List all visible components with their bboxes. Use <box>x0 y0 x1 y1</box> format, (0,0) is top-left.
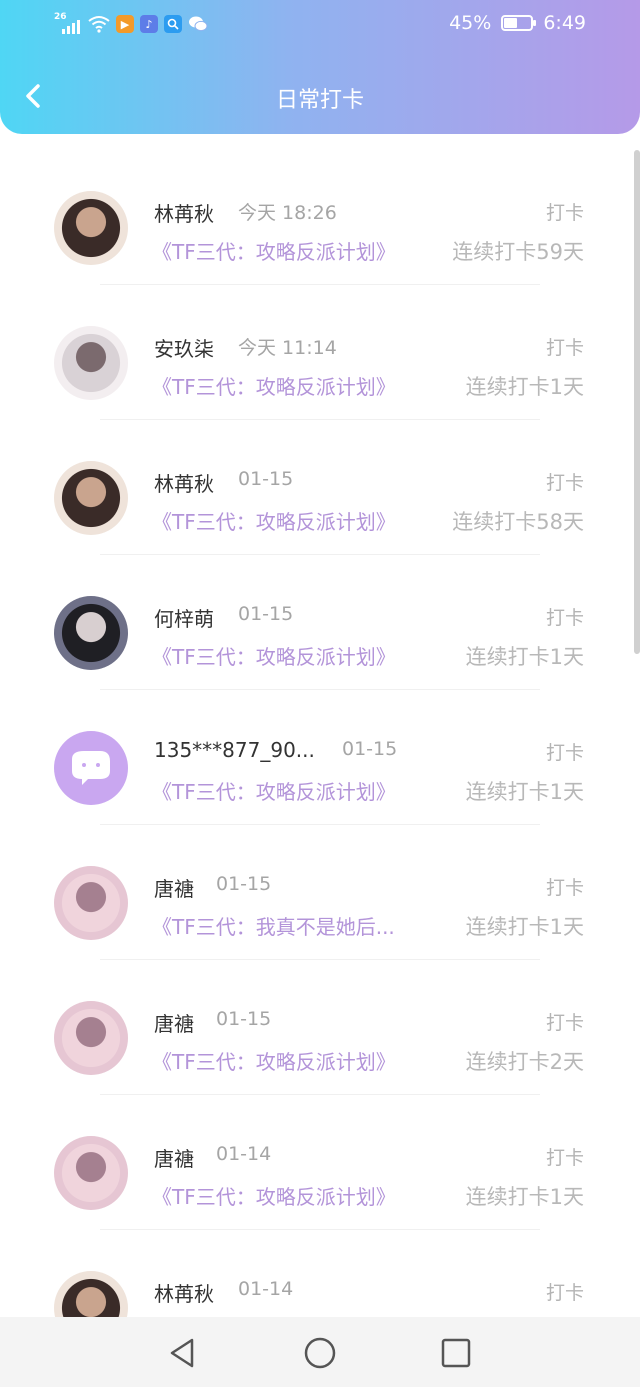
avatar[interactable] <box>54 1271 128 1317</box>
chat-bubble-icon <box>72 751 110 785</box>
checkin-tag: 打卡 <box>545 337 584 359</box>
checkin-row[interactable]: 安玖柒 今天 11:14 打卡 《TF三代：攻略反派计划》 连续打卡1天 <box>0 285 640 420</box>
status-right: 45% 6:49 <box>449 12 586 34</box>
user-name[interactable]: 唐禟 <box>154 1008 194 1037</box>
book-title-link[interactable]: 《TF三代：我真不是她后... <box>152 911 395 940</box>
streak-count: 连续打卡1天 <box>465 780 584 804</box>
streak-count: 连续打卡58天 <box>452 510 584 534</box>
checkin-time: 01-15 <box>238 603 294 625</box>
avatar[interactable] <box>54 1001 128 1075</box>
checkin-row[interactable]: 林苒秋 01-14 打卡 <box>0 1230 640 1317</box>
book-title-link[interactable]: 《TF三代：攻略反派计划》 <box>152 1181 396 1210</box>
checkin-time: 01-14 <box>238 1278 294 1300</box>
checkin-tag: 打卡 <box>545 1147 584 1169</box>
system-nav-bar <box>0 1317 640 1387</box>
wechat-icon <box>189 16 208 32</box>
clock: 6:49 <box>543 12 586 34</box>
battery-icon <box>501 15 537 31</box>
nav-recents-button[interactable] <box>438 1335 474 1371</box>
status-left-icons: 26 ▶ ♪ <box>54 12 208 34</box>
wifi-icon <box>88 16 110 33</box>
book-title-link[interactable]: 《TF三代：攻略反派计划》 <box>152 236 396 265</box>
user-name[interactable]: 林苒秋 <box>154 1278 214 1307</box>
checkin-row[interactable]: 唐禟 01-15 打卡 《TF三代：我真不是她后... 连续打卡1天 <box>0 825 640 960</box>
nav-back-button[interactable] <box>166 1335 202 1371</box>
checkin-time: 01-15 <box>238 468 294 490</box>
battery-percent: 45% <box>449 12 492 34</box>
streak-count: 连续打卡1天 <box>465 645 584 669</box>
book-title-link[interactable]: 《TF三代：攻略反派计划》 <box>152 371 396 400</box>
signal-icon: 26 <box>54 12 82 34</box>
streak-count: 连续打卡1天 <box>465 1185 584 1209</box>
avatar[interactable] <box>54 866 128 940</box>
streak-count: 连续打卡1天 <box>465 375 584 399</box>
book-title-link[interactable]: 《TF三代：攻略反派计划》 <box>152 776 396 805</box>
book-title-link[interactable]: 《TF三代：攻略反派计划》 <box>152 506 396 535</box>
app-header: 26 ▶ ♪ 45% 6:49 日常打卡 <box>0 0 640 134</box>
user-name[interactable]: 唐禟 <box>154 1143 194 1172</box>
streak-count: 连续打卡59天 <box>452 240 584 264</box>
user-name[interactable]: 林苒秋 <box>154 198 214 227</box>
checkin-time: 01-15 <box>342 738 398 760</box>
page-title: 日常打卡 <box>275 88 364 113</box>
checkin-row[interactable]: 林苒秋 01-15 打卡 《TF三代：攻略反派计划》 连续打卡58天 <box>0 420 640 555</box>
checkin-tag: 打卡 <box>545 877 584 899</box>
avatar[interactable] <box>54 596 128 670</box>
checkin-row[interactable]: 唐禟 01-14 打卡 《TF三代：攻略反派计划》 连续打卡1天 <box>0 1095 640 1230</box>
avatar[interactable] <box>54 731 128 805</box>
music-app-icon: ♪ <box>140 15 158 33</box>
back-triangle-icon <box>170 1338 194 1368</box>
user-name[interactable]: 135***877_90... <box>154 738 315 762</box>
checkin-row[interactable]: 135***877_90... 01-15 打卡 《TF三代：攻略反派计划》 连… <box>0 690 640 825</box>
checkin-tag: 打卡 <box>545 1282 584 1304</box>
search-app-icon <box>164 15 182 33</box>
avatar[interactable] <box>54 1136 128 1210</box>
streak-count: 连续打卡2天 <box>465 1050 584 1074</box>
home-circle-icon <box>304 1337 336 1369</box>
user-name[interactable]: 唐禟 <box>154 873 194 902</box>
avatar[interactable] <box>54 326 128 400</box>
checkin-tag: 打卡 <box>545 202 584 224</box>
checkin-row[interactable]: 何梓萌 01-15 打卡 《TF三代：攻略反派计划》 连续打卡1天 <box>0 555 640 690</box>
checkin-time: 01-15 <box>216 1008 272 1030</box>
checkin-list[interactable]: 林苒秋 今天 18:26 打卡 《TF三代：攻略反派计划》 连续打卡59天 安玖… <box>0 150 640 1317</box>
user-name[interactable]: 安玖柒 <box>154 333 214 362</box>
checkin-tag: 打卡 <box>545 742 584 764</box>
checkin-time: 今天 18:26 <box>238 202 337 224</box>
checkin-tag: 打卡 <box>545 472 584 494</box>
book-title-link[interactable]: 《TF三代：攻略反派计划》 <box>152 641 396 670</box>
streak-count: 连续打卡1天 <box>465 915 584 939</box>
avatar[interactable] <box>54 191 128 265</box>
avatar[interactable] <box>54 461 128 535</box>
recents-square-icon <box>441 1338 471 1368</box>
checkin-row[interactable]: 林苒秋 今天 18:26 打卡 《TF三代：攻略反派计划》 连续打卡59天 <box>0 150 640 285</box>
checkin-row[interactable]: 唐禟 01-15 打卡 《TF三代：攻略反派计划》 连续打卡2天 <box>0 960 640 1095</box>
nav-home-button[interactable] <box>302 1335 338 1371</box>
book-title-link[interactable]: 《TF三代：攻略反派计划》 <box>152 1046 396 1075</box>
user-name[interactable]: 林苒秋 <box>154 468 214 497</box>
checkin-tag: 打卡 <box>545 607 584 629</box>
checkin-tag: 打卡 <box>545 1012 584 1034</box>
checkin-time: 01-15 <box>216 873 272 895</box>
user-name[interactable]: 何梓萌 <box>154 603 214 632</box>
checkin-time: 01-14 <box>216 1143 272 1165</box>
video-app-icon: ▶ <box>116 15 134 33</box>
checkin-time: 今天 11:14 <box>238 337 337 359</box>
status-bar: 26 ▶ ♪ 45% 6:49 <box>0 0 640 52</box>
scrollbar[interactable] <box>634 150 640 654</box>
